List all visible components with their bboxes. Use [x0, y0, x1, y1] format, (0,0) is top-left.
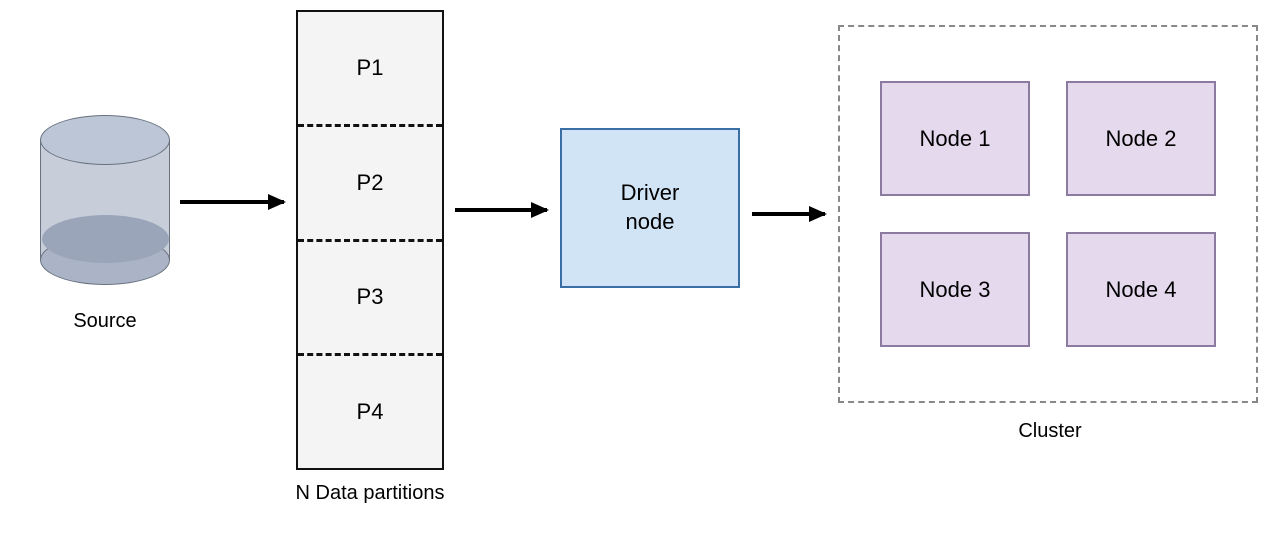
- cluster-node-1: Node 1: [880, 81, 1030, 196]
- cluster-caption: Cluster: [1000, 420, 1100, 443]
- database-icon: [40, 115, 170, 285]
- cluster-box: Node 1 Node 2 Node 3 Node 4: [838, 25, 1258, 403]
- arrow-driver-to-cluster: [752, 212, 825, 216]
- partitions-caption: N Data partitions: [286, 482, 454, 505]
- partitions-column: P1 P2 P3 P4: [296, 10, 444, 470]
- partition-p4: P4: [298, 353, 442, 468]
- driver-label: Driver node: [621, 179, 680, 236]
- partition-p1: P1: [298, 12, 442, 124]
- cluster-node-3: Node 3: [880, 232, 1030, 347]
- arrow-source-to-partitions: [180, 200, 284, 204]
- source-label: Source: [60, 310, 150, 333]
- driver-node: Driver node: [560, 128, 740, 288]
- cluster-node-2: Node 2: [1066, 81, 1216, 196]
- partition-p2: P2: [298, 124, 442, 239]
- diagram-stage: Source P1 P2 P3 P4 N Data partitions Dri…: [0, 0, 1280, 534]
- cluster-node-4: Node 4: [1066, 232, 1216, 347]
- arrow-partitions-to-driver: [455, 208, 547, 212]
- partition-p3: P3: [298, 239, 442, 354]
